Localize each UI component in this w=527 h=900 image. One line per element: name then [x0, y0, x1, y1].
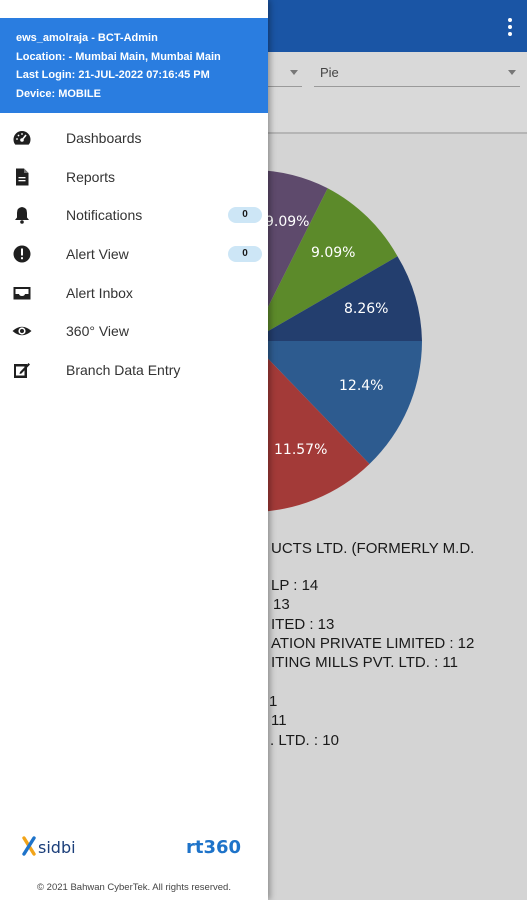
dashboard-icon	[13, 131, 31, 145]
slice-label: 11.57%	[274, 442, 327, 458]
rt360-logo-text: rt360	[186, 837, 241, 858]
chart-type-select[interactable]: Pie	[314, 61, 520, 87]
legend-line: ITING MILLS PVT. LTD. : 11	[271, 654, 458, 671]
legend-line: LP : 14	[271, 577, 319, 594]
menu-label: Dashboards	[66, 130, 142, 146]
sidbi-logo: sidbi	[22, 836, 76, 857]
legend-line: 1	[269, 693, 278, 710]
menu-item-dashboards[interactable]: Dashboards	[0, 119, 268, 158]
slice-label: 8.26%	[344, 301, 388, 317]
legend-line: ATION PRIVATE LIMITED : 12	[271, 635, 475, 652]
menu-item-reports[interactable]: Reports	[0, 158, 268, 197]
edit-icon	[14, 363, 30, 379]
chevron-down-icon	[508, 70, 516, 75]
menu-item-alert-inbox[interactable]: Alert Inbox	[0, 274, 268, 313]
location-info: Location: - Mumbai Main, Mumbai Main	[16, 50, 221, 63]
navigation-drawer: ews_amolraja - BCT-Admin Location: - Mum…	[0, 0, 268, 900]
inbox-icon	[13, 286, 31, 300]
menu-label: Reports	[66, 168, 116, 185]
menu-item-alert-view[interactable]: Alert View 0	[0, 235, 268, 274]
alert-icon	[13, 245, 31, 263]
slice-label: 12.4%	[339, 378, 383, 394]
menu-item-notifications[interactable]: Notifications 0	[0, 196, 268, 235]
sidbi-logo-text: sidbi	[38, 838, 76, 857]
copyright-text: © 2021 Bahwan CyberTek. All rights reser…	[37, 882, 231, 893]
legend-line: 13	[273, 596, 290, 613]
eye-icon	[12, 327, 32, 336]
bell-icon	[15, 207, 29, 225]
drawer-header: ews_amolraja - BCT-Admin Location: - Mum…	[0, 18, 268, 113]
drawer-menu: Dashboards Reports Notifications 0 Alert…	[0, 119, 268, 390]
slice-label: 9.09%	[265, 214, 309, 230]
menu-item-branch-data-entry[interactable]: Branch Data Entry	[0, 351, 268, 390]
more-options-icon[interactable]	[505, 18, 515, 36]
menu-label: Alert Inbox	[66, 284, 133, 301]
legend-line: 11	[271, 712, 287, 729]
menu-item-360-view[interactable]: 360° View	[0, 312, 268, 351]
device-info: Device: MOBILE	[16, 87, 101, 100]
notification-count-badge: 0	[228, 207, 262, 224]
legend-line: . LTD. : 10	[270, 732, 339, 749]
menu-label: 360° View	[66, 323, 129, 340]
menu-label: Alert View	[66, 246, 129, 263]
user-info: ews_amolraja - BCT-Admin	[16, 32, 158, 44]
legend-line: UCTS LTD. (FORMERLY M.D.	[271, 540, 475, 557]
alert-count-badge: 0	[228, 246, 262, 263]
menu-label: Branch Data Entry	[66, 362, 181, 379]
chevron-down-icon	[290, 70, 298, 75]
slice-label: 9.09%	[311, 245, 355, 261]
rt360-logo: rt360	[186, 837, 241, 858]
last-login-info: Last Login: 21-JUL-2022 07:16:45 PM	[16, 69, 210, 81]
menu-label: Notifications	[66, 207, 143, 224]
legend-line: ITED : 13	[271, 616, 335, 633]
chart-type-value: Pie	[320, 65, 339, 80]
document-icon	[16, 168, 29, 186]
